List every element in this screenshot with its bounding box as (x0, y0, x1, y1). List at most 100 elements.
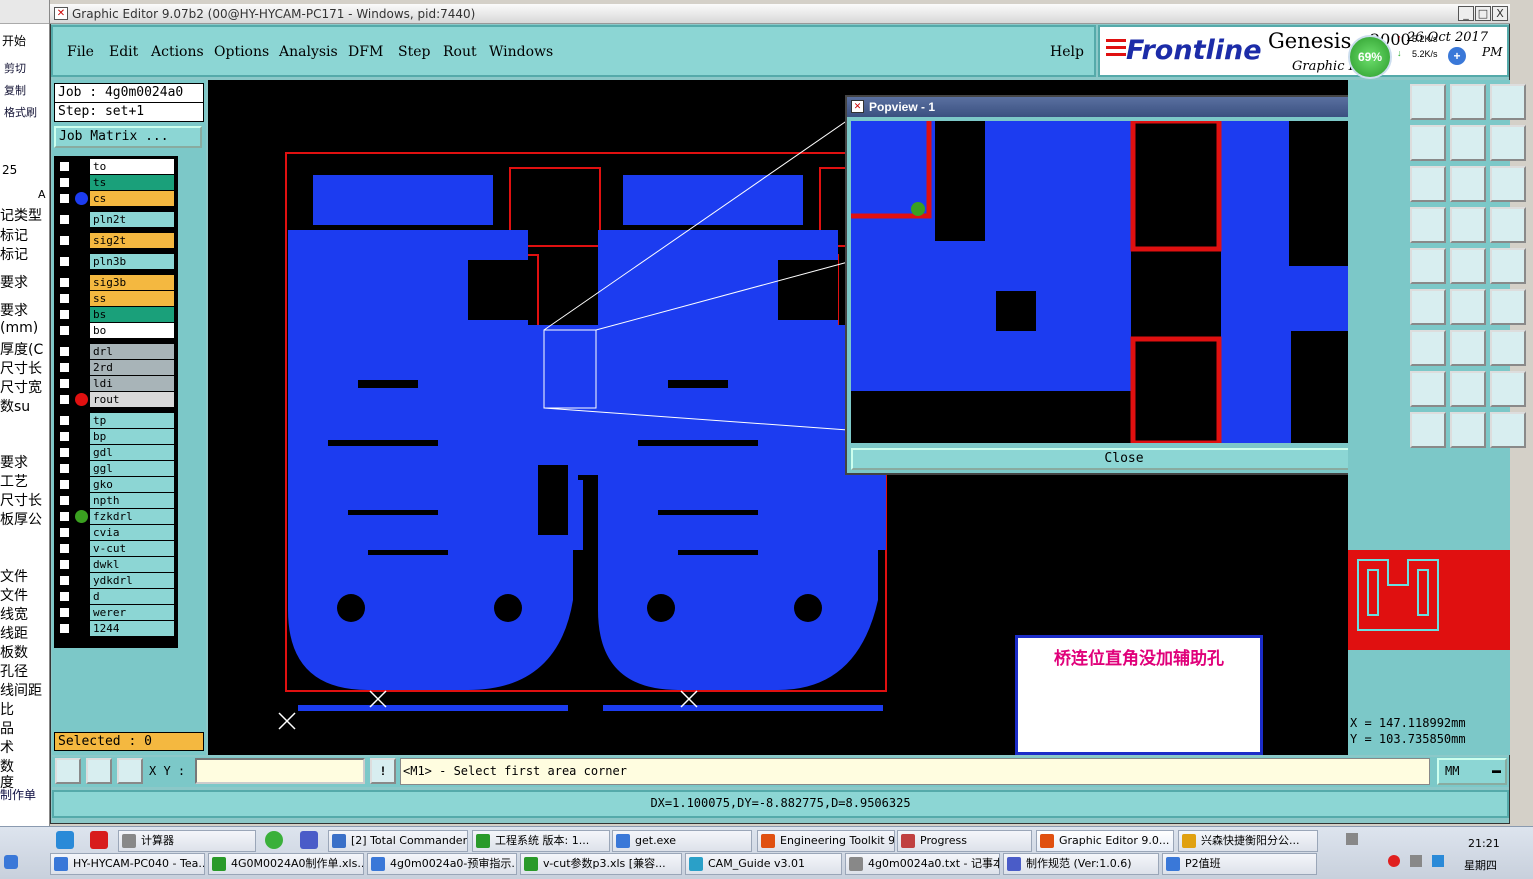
tool-cursor-icon[interactable] (1410, 412, 1446, 448)
tray-volume-icon[interactable] (1410, 855, 1422, 867)
layer-checkbox[interactable] (59, 463, 70, 474)
select-mode-icon[interactable] (55, 758, 81, 784)
layer-name[interactable]: sig2t (90, 233, 174, 248)
tool-box-icon[interactable] (1410, 125, 1446, 161)
taskbar-button[interactable]: Progress (897, 830, 1032, 852)
job-matrix-button[interactable]: Job Matrix ... (54, 126, 202, 148)
layer-checkbox[interactable] (59, 378, 70, 389)
layer-checkbox[interactable] (59, 325, 70, 336)
layer-name[interactable]: to (90, 159, 174, 174)
layer-display-dot-icon[interactable] (75, 192, 88, 205)
layer-checkbox[interactable] (59, 394, 70, 405)
layer-checkbox[interactable] (59, 431, 70, 442)
strip-format-painter[interactable]: 格式刷 (4, 104, 37, 120)
tool-help-icon[interactable] (1490, 166, 1526, 202)
layer-row[interactable]: sig2t (56, 233, 174, 248)
menu-step[interactable]: Step (398, 44, 430, 60)
layer-checkbox[interactable] (59, 161, 70, 172)
layer-name[interactable]: rout (90, 392, 174, 407)
layer-row[interactable]: v-cut (56, 541, 174, 556)
strip-sheet-tab[interactable]: 制作单 (0, 786, 36, 803)
tool-copy-icon[interactable] (1490, 330, 1526, 366)
alert-icon[interactable]: ! (370, 758, 396, 784)
layer-name[interactable]: dwkl (90, 557, 174, 572)
layer-name[interactable]: pln3b (90, 254, 174, 269)
layer-display-dot-icon[interactable] (75, 510, 88, 523)
clock-weekday[interactable]: 星期四 (1464, 857, 1497, 873)
taskbar-button[interactable]: HY-HYCAM-PC040 - Tea... (50, 853, 205, 875)
layer-row[interactable]: drl (56, 344, 174, 359)
layer-checkbox[interactable] (59, 309, 70, 320)
layer-name[interactable]: gko (90, 477, 174, 492)
layer-row[interactable]: bs (56, 307, 174, 322)
taskbar-button[interactable]: 制作规范 (Ver:1.0.6) (1003, 853, 1159, 875)
layer-checkbox[interactable] (59, 591, 70, 602)
tool-resize-icon[interactable] (1450, 330, 1486, 366)
layer-checkbox[interactable] (59, 346, 70, 357)
taskbar-button[interactable]: Graphic Editor 9.0... (1036, 830, 1174, 852)
layer-checkbox[interactable] (59, 256, 70, 267)
layer-row[interactable]: to (56, 159, 174, 174)
layer-checkbox[interactable] (59, 543, 70, 554)
tool-text-icon[interactable] (1450, 371, 1486, 407)
layer-checkbox[interactable] (59, 511, 70, 522)
xy-input[interactable] (195, 758, 365, 784)
taskbar-button[interactable]: 兴森快捷衡阳分公... (1178, 830, 1318, 852)
layer-row[interactable]: npth (56, 493, 174, 508)
cpu-usage-badge[interactable]: 69% (1348, 35, 1392, 79)
layer-name[interactable]: cvia (90, 525, 174, 540)
tool-arc-icon[interactable] (1410, 289, 1446, 325)
menu-analysis[interactable]: Analysis (279, 44, 338, 60)
layer-checkbox[interactable] (59, 362, 70, 373)
tool-dot-icon[interactable] (1490, 207, 1526, 243)
layer-row[interactable]: 2rd (56, 360, 174, 375)
layer-name[interactable]: fzkdrl (90, 509, 174, 524)
layer-checkbox[interactable] (59, 607, 70, 618)
menu-file[interactable]: File (67, 44, 94, 60)
layer-name[interactable]: werer (90, 605, 174, 620)
tool-measure-icon[interactable] (1450, 207, 1486, 243)
tool-cut-icon[interactable] (1410, 248, 1446, 284)
layer-checkbox[interactable] (59, 495, 70, 506)
layer-row[interactable]: rout (56, 392, 174, 407)
taskbar-button[interactable]: 4g0m0024a0-预审指示... (367, 853, 517, 875)
layer-row[interactable]: pln3b (56, 254, 174, 269)
tool-home-icon[interactable] (1450, 84, 1486, 120)
layer-name[interactable]: sig3b (90, 275, 174, 290)
layer-name[interactable]: d (90, 589, 174, 604)
menu-rout[interactable]: Rout (443, 44, 477, 60)
menu-options[interactable]: Options (214, 44, 269, 60)
taskbar-button[interactable]: 4g0m0024a0.txt - 记事本 (845, 853, 1000, 875)
layer-name[interactable]: ydkdrl (90, 573, 174, 588)
layer-name[interactable]: ldi (90, 376, 174, 391)
layer-checkbox[interactable] (59, 214, 70, 225)
layer-name[interactable]: cs (90, 191, 174, 206)
quicklaunch-pdf-icon[interactable] (90, 831, 108, 849)
layer-name[interactable]: 2rd (90, 360, 174, 375)
layer-checkbox[interactable] (59, 235, 70, 246)
tool-zoom-icon[interactable] (1410, 84, 1446, 120)
tool-insert-icon[interactable] (1410, 330, 1446, 366)
menu-dfm[interactable]: DFM (348, 44, 383, 60)
layer-name[interactable]: bp (90, 429, 174, 444)
close-button[interactable]: X (1492, 6, 1508, 21)
layer-row[interactable]: d (56, 589, 174, 604)
layer-checkbox[interactable] (59, 623, 70, 634)
layer-row[interactable]: 1244 (56, 621, 174, 636)
layer-row[interactable]: cvia (56, 525, 174, 540)
taskbar-button[interactable]: P2值班 (1162, 853, 1317, 875)
taskbar-button[interactable]: v-cut参数p3.xls [兼容... (520, 853, 682, 875)
popview-canvas[interactable] (851, 121, 1361, 443)
layer-name[interactable]: ggl (90, 461, 174, 476)
tool-rotate-icon[interactable] (1450, 125, 1486, 161)
grid-snap-icon[interactable] (117, 758, 143, 784)
layer-name[interactable]: drl (90, 344, 174, 359)
tray-antivirus-icon[interactable] (1388, 855, 1400, 867)
tool-mirror-icon[interactable] (1490, 371, 1526, 407)
tool-flip-icon[interactable] (1490, 289, 1526, 325)
layer-row[interactable]: dwkl (56, 557, 174, 572)
layer-row[interactable]: gdl (56, 445, 174, 460)
quicklaunch-word-icon[interactable] (300, 831, 318, 849)
strip-tab-start[interactable]: 开始 (2, 32, 26, 49)
layer-checkbox[interactable] (59, 415, 70, 426)
